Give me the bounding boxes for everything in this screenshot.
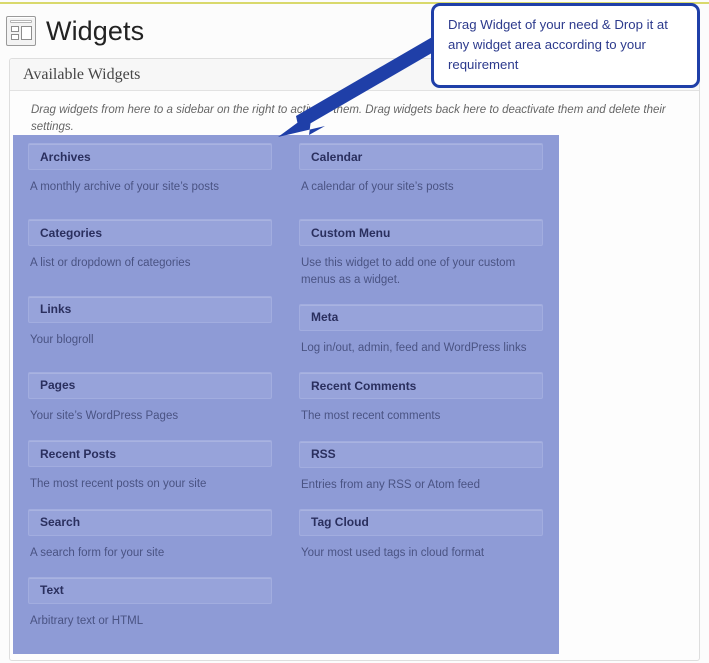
widget-card[interactable]: Links Your blogroll bbox=[28, 295, 272, 366]
widget-card[interactable]: Archives A monthly archive of your site’s… bbox=[28, 143, 272, 213]
widget-description: A calendar of your site’s posts bbox=[301, 181, 454, 193]
widget-column-right: Calendar A calendar of your site’s posts C… bbox=[286, 135, 559, 654]
widget-description: Arbitrary text or HTML bbox=[30, 614, 144, 627]
widget-description: Use this widget to add one of your custo… bbox=[301, 257, 516, 286]
widget-title[interactable]: Calendar bbox=[299, 143, 543, 170]
widgets-layout-icon bbox=[6, 16, 36, 46]
widget-title[interactable]: Pages bbox=[28, 371, 272, 399]
widget-description: A monthly archive of your site’s posts bbox=[30, 181, 219, 193]
widget-title[interactable]: Tag Cloud bbox=[299, 508, 543, 536]
panel-heading: Available Widgets bbox=[23, 65, 141, 83]
widget-title[interactable]: RSS bbox=[299, 440, 543, 468]
widget-description: Your blogroll bbox=[30, 333, 94, 346]
widget-title[interactable]: Custom Menu bbox=[299, 219, 543, 247]
widget-title[interactable]: Meta bbox=[299, 303, 543, 331]
widget-title[interactable]: Archives bbox=[28, 143, 272, 170]
available-widgets-panel: Available Widgets Drag widgets from here… bbox=[9, 58, 700, 661]
widget-card[interactable]: Categories A list or dropdown of categori… bbox=[28, 219, 272, 289]
annotation-callout: Drag Widget of your need & Drop it at an… bbox=[431, 3, 700, 88]
widget-card[interactable]: RSS Entries from any RSS or Atom feed bbox=[299, 440, 543, 503]
widget-title[interactable]: Search bbox=[28, 508, 272, 536]
widget-description: Log in/out, admin, feed and WordPress li… bbox=[301, 341, 527, 354]
widget-description: Your most used tags in cloud format bbox=[301, 546, 485, 559]
widgets-page: Widgets Available Widgets Drag widgets f… bbox=[0, 0, 709, 663]
widget-title[interactable]: Links bbox=[28, 295, 272, 323]
widget-card[interactable]: Custom Menu Use this widget to add one of… bbox=[299, 219, 543, 298]
annotation-text: Drag Widget of your need & Drop it at an… bbox=[448, 17, 668, 73]
widget-card[interactable]: Calendar A calendar of your site’s posts bbox=[299, 143, 543, 213]
widget-card[interactable]: Recent Posts The most recent posts on you… bbox=[28, 440, 272, 502]
widget-description: Your site’s WordPress Pages bbox=[30, 409, 179, 422]
widget-card[interactable]: Text Arbitrary text or HTML bbox=[28, 576, 272, 633]
widget-card[interactable]: Pages Your site’s WordPress Pages bbox=[28, 371, 272, 434]
widget-card[interactable]: Search A search form for your site bbox=[28, 508, 272, 571]
page-title: Widgets bbox=[46, 15, 145, 46]
widget-description: A search form for your site bbox=[30, 546, 165, 559]
widget-description: A list or dropdown of categories bbox=[30, 257, 191, 270]
available-widgets-droparea[interactable]: Archives A monthly archive of your site’s… bbox=[13, 135, 559, 654]
widget-column-left: Archives A monthly archive of your site’s… bbox=[13, 135, 286, 654]
widget-description: The most recent posts on your site bbox=[30, 478, 207, 491]
widget-title[interactable]: Recent Posts bbox=[28, 440, 272, 468]
widget-title[interactable]: Text bbox=[28, 576, 272, 604]
widget-card[interactable]: Meta Log in/out, admin, feed and WordPres… bbox=[299, 303, 543, 366]
widget-description: The most recent comments bbox=[301, 410, 441, 423]
widget-card[interactable]: Tag Cloud Your most used tags in cloud fo… bbox=[299, 508, 543, 565]
widget-title[interactable]: Categories bbox=[28, 219, 272, 247]
widget-card[interactable]: Recent Comments The most recent comments bbox=[299, 372, 543, 434]
widget-title[interactable]: Recent Comments bbox=[299, 372, 543, 400]
panel-description: Drag widgets from here to a sidebar on t… bbox=[31, 104, 666, 133]
widget-description: Entries from any RSS or Atom feed bbox=[301, 478, 480, 491]
